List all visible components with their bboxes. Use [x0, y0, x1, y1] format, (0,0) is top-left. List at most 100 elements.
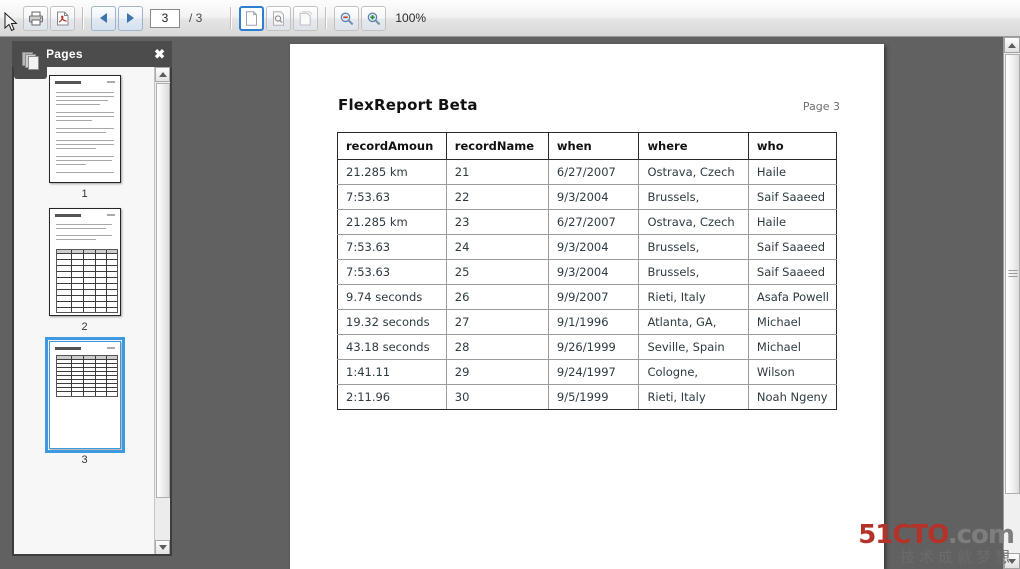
table-row: 19.32 seconds 27 9/1/1996 Atlanta, GA, M…: [337, 309, 838, 335]
scrollbar-grip-icon: [1008, 270, 1017, 278]
table-body: 21.285 km 21 6/27/2007 Ostrava, Czech Ha…: [337, 159, 838, 410]
toolbar-group-navigation: / 3: [90, 5, 203, 31]
print-button[interactable]: [23, 5, 48, 31]
page-fit-view-button[interactable]: [266, 5, 292, 31]
column-header-recordAmoun: recordAmoun: [337, 132, 447, 160]
cell-when: 9/26/1999: [547, 334, 640, 360]
continuous-view-button[interactable]: [293, 5, 319, 31]
cell-recordAmoun: 7:53.63: [337, 234, 447, 260]
document-scrollbar-thumb[interactable]: [1005, 54, 1020, 494]
column-header-where: where: [638, 132, 749, 160]
page-number-input[interactable]: [150, 8, 180, 28]
pages-scrollbar-thumb[interactable]: [156, 83, 170, 498]
previous-page-button[interactable]: [91, 5, 116, 31]
cell-where: Rieti, Italy: [638, 384, 749, 410]
zoom-in-button[interactable]: [361, 5, 387, 31]
cell-recordAmoun: 43.18 seconds: [337, 334, 447, 360]
cell-where: Brussels,: [638, 184, 749, 210]
cell-recordName: 30: [445, 384, 549, 410]
table-header: recordAmoun recordName when where who: [337, 132, 838, 160]
cell-when: 9/24/1997: [547, 359, 640, 385]
page-fit-view-icon: [273, 10, 285, 26]
cell-where: Ostrava, Czech: [638, 209, 749, 235]
thumbnail-list: 1 2 3: [14, 67, 155, 554]
cell-recordAmoun: 21.285 km: [337, 159, 447, 185]
cell-when: 9/3/2004: [547, 184, 640, 210]
document-scrollbar[interactable]: [1003, 37, 1020, 569]
list-item[interactable]: 1: [14, 67, 155, 200]
cell-when: 6/27/2007: [547, 159, 640, 185]
page-number-label: Page 3: [802, 100, 840, 113]
chevron-up-icon: [1008, 42, 1016, 48]
cell-who: Saif Saaeed: [747, 184, 838, 210]
toolbar: / 3: [0, 0, 1020, 37]
page-total-label: / 3: [189, 11, 203, 25]
export-pdf-button[interactable]: [50, 5, 75, 31]
toolbar-separator-1: [82, 7, 84, 29]
toolbar-group-file: [22, 5, 76, 31]
list-item[interactable]: 3: [14, 333, 155, 466]
pages-tab-button[interactable]: [14, 43, 47, 79]
pages-scroll-down-button[interactable]: [155, 540, 170, 554]
cell-when: 9/5/1999: [547, 384, 640, 410]
cell-who: Saif Saaeed: [747, 234, 838, 260]
cell-recordName: 23: [445, 209, 549, 235]
zoom-level-label: 100%: [395, 11, 427, 25]
zoom-out-button[interactable]: [334, 5, 360, 31]
next-page-button[interactable]: [118, 5, 143, 31]
table-row: 7:53.63 24 9/3/2004 Brussels, Saif Saaee…: [337, 234, 838, 260]
close-panel-button[interactable]: ✖: [154, 48, 165, 61]
cell-when: 9/3/2004: [547, 259, 640, 285]
document-header: FlexReport Beta Page 3: [338, 96, 840, 114]
cell-recordName: 26: [445, 284, 549, 310]
zoom-out-icon: [340, 12, 354, 25]
cell-recordAmoun: 7:53.63: [337, 259, 447, 285]
cell-where: Ostrava, Czech: [638, 159, 749, 185]
thumbnail-pageno-mark: [106, 81, 115, 83]
list-item[interactable]: 2: [14, 200, 155, 333]
thumbnail-label: 1: [81, 188, 88, 200]
pages-scroll-up-button[interactable]: [155, 67, 170, 82]
single-page-view-button[interactable]: [239, 5, 265, 31]
cell-recordAmoun: 7:53.63: [337, 184, 447, 210]
thumbnail-pageno-mark: [106, 214, 115, 216]
table-row: 7:53.63 22 9/3/2004 Brussels, Saif Saaee…: [337, 184, 838, 210]
scroll-up-button[interactable]: [1004, 37, 1020, 53]
cell-when: 9/1/1996: [547, 309, 640, 335]
document-viewport[interactable]: FlexReport Beta Page 3 recordAmoun recor…: [180, 37, 1020, 569]
scroll-down-button[interactable]: [1004, 553, 1020, 569]
table-header-row: recordAmoun recordName when where who: [337, 132, 838, 160]
page-thumbnail-3[interactable]: [44, 337, 125, 453]
cell-where: Brussels,: [638, 234, 749, 260]
cell-recordName: 28: [445, 334, 549, 360]
cell-recordName: 24: [445, 234, 549, 260]
thumbnail-pageno-mark: [106, 347, 115, 349]
print-icon: [28, 11, 43, 25]
cell-recordAmoun: 21.285 km: [337, 209, 447, 235]
cell-recordName: 25: [445, 259, 549, 285]
column-header-who: who: [747, 132, 838, 160]
cell-recordName: 21: [445, 159, 549, 185]
table-row: 2:11.96 30 9/5/1999 Rieti, Italy Noah Ng…: [337, 384, 838, 410]
table-row: 7:53.63 25 9/3/2004 Brussels, Saif Saaee…: [337, 259, 838, 285]
page-thumbnail-2[interactable]: [48, 208, 121, 316]
cell-when: 9/3/2004: [547, 234, 640, 260]
cell-where: Atlanta, GA,: [638, 309, 749, 335]
chevron-up-icon: [158, 72, 167, 77]
table-row: 21.285 km 21 6/27/2007 Ostrava, Czech Ha…: [337, 159, 838, 185]
cell-where: Brussels,: [638, 259, 749, 285]
zoom-in-icon: [367, 12, 381, 25]
thumbnail-title-mark: [54, 214, 81, 217]
column-header-when: when: [547, 132, 640, 160]
single-page-view-icon: [246, 10, 258, 26]
cell-recordAmoun: 2:11.96: [337, 384, 447, 410]
column-header-recordName: recordName: [445, 132, 549, 160]
pages-panel-scrollbar[interactable]: [154, 67, 170, 554]
cell-who: Wilson: [747, 359, 838, 385]
page-thumbnail-1[interactable]: [48, 75, 121, 183]
pages-stack-icon: [21, 52, 40, 70]
report-table: recordAmoun recordName when where who 21…: [337, 132, 838, 410]
table-row: 43.18 seconds 28 9/26/1999 Seville, Spai…: [337, 334, 838, 360]
cell-where: Seville, Spain: [638, 334, 749, 360]
cell-recordAmoun: 19.32 seconds: [337, 309, 447, 335]
